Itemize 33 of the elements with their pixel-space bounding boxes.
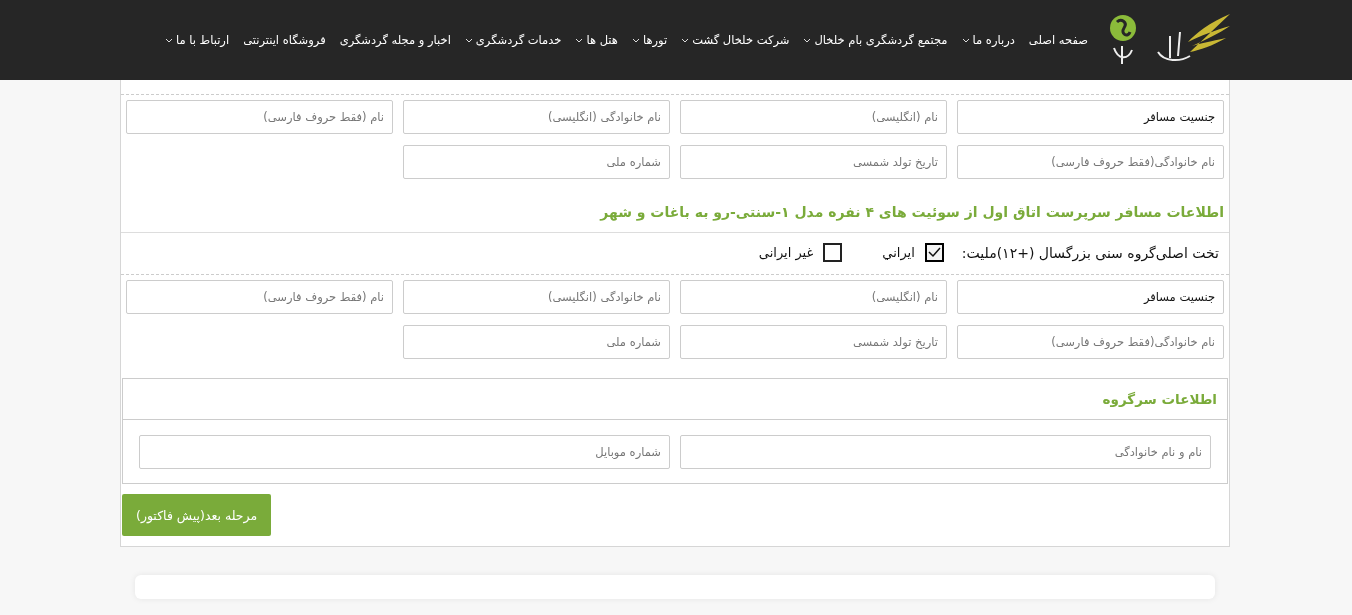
checkbox[interactable] (924, 243, 944, 262)
nav-link[interactable]: ارتباط با ما (164, 33, 230, 47)
input-field[interactable]: نام خانوادگی (انگلیسی) (403, 280, 670, 314)
input-field[interactable]: تاریخ تولد شمسی (680, 325, 947, 359)
field-label: تخت اصلی‌گروه سنی بزرگسال (+۱۲)ملیت: (961, 244, 1219, 261)
nav-link[interactable]: تورها (631, 33, 668, 47)
nav-link[interactable]: مجتمع گردشگری بام خلخال (803, 33, 948, 47)
nav-link[interactable]: شرکت خلخال گشت (681, 33, 790, 47)
nav-link[interactable]: خدمات گردشگری (464, 33, 562, 47)
input-field[interactable]: شماره موبایل (139, 435, 670, 469)
input-field[interactable]: شماره ملی (403, 145, 670, 179)
input-field[interactable]: شماره ملی (403, 325, 670, 359)
input-field[interactable]: نام خانوادگی (انگلیسی) (403, 100, 670, 134)
input-field[interactable]: نام (انگلیسی) (680, 280, 947, 314)
nav-link[interactable]: صفحه اصلی (1028, 33, 1088, 47)
nav-link[interactable]: هتل ها (575, 33, 618, 47)
nationality-option[interactable]: ايراني (882, 243, 944, 262)
section-title: اطلاعات مسافر سرپرست اتاق اول از سوئیت های ۴ نفره مدل ۱-سنتی-رو به باغات و شهر (598, 203, 1224, 223)
input-field[interactable]: نام (انگلیسی) (680, 100, 947, 134)
input-field[interactable]: نام (فقط حروف فارسی) (126, 280, 393, 314)
nationality-option[interactable]: غیر ایرانی (758, 243, 843, 262)
nav-link[interactable]: فروشگاه اینترنتی (243, 33, 326, 47)
panel-title: اطلاعات سرگروه (123, 379, 1227, 420)
input-field[interactable]: نام (فقط حروف فارسی) (126, 100, 393, 134)
input-field[interactable]: نام و نام خانوادگی (680, 435, 1211, 469)
gender-select[interactable]: جنسیت مسافر (957, 100, 1224, 134)
nav-link[interactable]: اخبار و مجله گردشگری (339, 33, 451, 47)
gender-select[interactable]: جنسیت مسافر (957, 280, 1224, 314)
input-field[interactable]: نام خانوادگی(فقط حروف فارسی) (957, 325, 1224, 359)
input-field[interactable]: نام خانوادگی(فقط حروف فارسی) (957, 145, 1224, 179)
checkbox[interactable] (823, 243, 843, 262)
nav-link[interactable]: درباره ما (961, 33, 1015, 47)
input-field[interactable]: تاریخ تولد شمسی (680, 145, 947, 179)
